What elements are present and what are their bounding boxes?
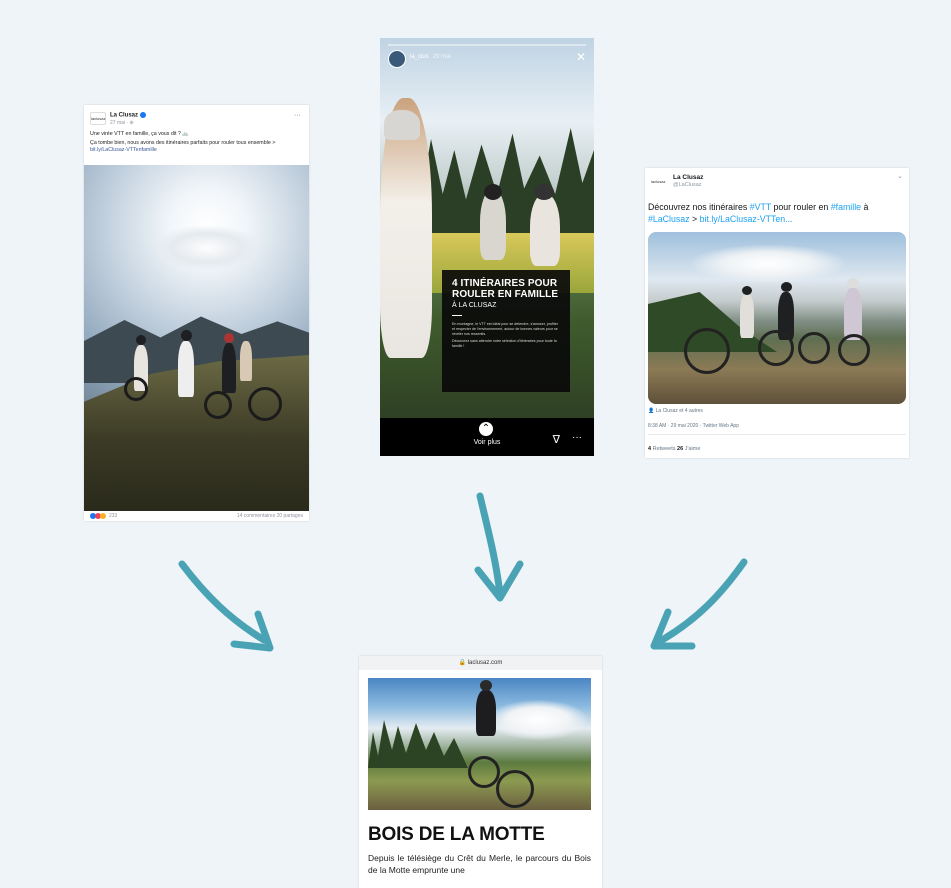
cloud (688, 244, 848, 284)
verified-icon (140, 112, 147, 118)
rider (240, 341, 252, 381)
facebook-page-name[interactable]: La Clusaz (110, 112, 147, 119)
story-progress-bar (388, 44, 586, 46)
rider-helmet (384, 110, 420, 140)
rider (476, 690, 496, 736)
facebook-post-line1: Une virée VTT en famille, ça vous dit ? … (90, 131, 189, 137)
story-subtitle: À LA CLUSAZ (452, 302, 497, 309)
tweet-photo[interactable] (648, 232, 906, 404)
arrow-down-right-icon (178, 560, 274, 652)
rider-helmet (136, 335, 146, 345)
reactions-count: 233 (109, 513, 118, 520)
bike-wheel (204, 391, 232, 419)
facebook-post-date: 27 mai · ⊕ (110, 120, 134, 126)
laclusaz-logo: laclusaz (90, 112, 106, 125)
arrow-down-icon (474, 492, 524, 602)
tweet-text: Découvrez nos itinéraires #VTT pour roul… (648, 202, 869, 224)
arrow-down-left-icon (650, 558, 748, 650)
forest (368, 720, 468, 768)
cloud (488, 700, 588, 740)
divider (648, 434, 906, 435)
rider-helmet (181, 330, 192, 341)
story-text-box: 4 ITINÉRAIRES POUR ROULER EN FAMILLE À L… (442, 270, 570, 392)
website-page: 🔒 laclusaz.com BOIS DE LA MOTTE Depuis l… (359, 656, 602, 888)
divider (452, 315, 462, 316)
close-icon[interactable]: ✕ (576, 50, 586, 64)
page-title: BOIS DE LA MOTTE (368, 824, 545, 845)
hashtag-link[interactable]: #VTT (750, 202, 771, 212)
rider-helmet (224, 333, 234, 343)
story-body: En montagne, le VTT est idéal pour se dé… (452, 322, 560, 349)
rider-helmet (484, 184, 502, 200)
reactions[interactable]: 233 (90, 513, 117, 519)
bike-wheel (798, 332, 830, 364)
facebook-post-link[interactable]: bit.ly/LaClusaz-VTTenfamille (90, 147, 157, 153)
rider-helmet (847, 278, 859, 288)
tweet-author-handle[interactable]: @LaClusaz (673, 182, 702, 188)
instagram-story: la_clus 29 mai ✕ 4 ITINÉRAIRES POUR ROULE… (380, 38, 594, 456)
story-body-paragraph: En montagne, le VTT est idéal pour se dé… (452, 322, 558, 336)
tweet-timestamp: 8:38 AM · 29 mai 2020 · Twitter Web App (648, 423, 739, 429)
see-more-link[interactable]: Voir plus (380, 439, 594, 446)
facebook-post-line2: Ça tombe bien, nous avons des itinéraire… (90, 140, 276, 153)
bike-wheel (758, 330, 794, 366)
rider-helmet (534, 184, 554, 200)
profile-avatar[interactable] (388, 50, 406, 68)
tweet: laclusaz La Clusaz @LaClusaz ⌄ Découvrez… (645, 168, 909, 458)
tagged-users[interactable]: 👤 La Clusaz et 4 autres (648, 408, 703, 414)
comments-shares[interactable]: 14 commentaires 20 partages (237, 513, 303, 519)
rider-helmet (781, 282, 792, 292)
rider-helmet (742, 286, 752, 295)
send-icon[interactable]: ∇ (553, 433, 560, 446)
laclusaz-logo: laclusaz (651, 179, 666, 184)
facebook-post-footer: 233 14 commentaires 20 partages (84, 511, 309, 521)
story-footer: ⌃ Voir plus ∇ ··· (380, 418, 594, 456)
retweets-label: Retweets (651, 446, 678, 452)
facebook-post-header: laclusaz La Clusaz 27 mai · ⊕ ··· (84, 105, 309, 131)
chevron-down-icon[interactable]: ⌄ (897, 172, 903, 180)
more-options-icon[interactable]: ··· (572, 432, 582, 443)
tweet-author-name[interactable]: La Clusaz (673, 174, 703, 181)
swipe-up-icon[interactable]: ⌃ (479, 422, 493, 436)
rider-helmet (480, 680, 492, 691)
url-bar[interactable]: 🔒 laclusaz.com (359, 656, 602, 670)
rider-child (530, 194, 560, 266)
cloud (152, 225, 262, 271)
bike-wheel (496, 770, 534, 808)
bike-wheel (684, 328, 730, 374)
story-title: 4 ITINÉRAIRES POUR ROULER EN FAMILLE (452, 278, 559, 300)
bike-wheel (468, 756, 500, 788)
more-options-icon[interactable]: ··· (294, 112, 301, 119)
tweet-stats: 4 Retweets 26 J'aime (648, 446, 700, 452)
tweet-url-link[interactable]: bit.ly/LaClusaz-VTTen... (700, 214, 793, 224)
facebook-post-text: Une virée VTT en famille, ça vous dit ? … (84, 131, 309, 165)
bike-wheel (248, 387, 282, 421)
facebook-post-photo[interactable] (84, 165, 309, 511)
hashtag-link[interactable]: #LaClusaz (648, 214, 690, 224)
story-body-paragraph: Découvrez sans attendre notre sélection … (452, 339, 557, 348)
rider (844, 288, 862, 340)
wow-icon (100, 513, 106, 519)
rider (178, 341, 194, 397)
facebook-post: laclusaz La Clusaz 27 mai · ⊕ ··· Une vi… (84, 105, 309, 521)
rider (740, 294, 754, 338)
rider-child (480, 190, 506, 260)
hashtag-link[interactable]: #famille (831, 202, 861, 212)
website-hero-photo (368, 678, 591, 810)
page-body-text: Depuis le télésiège du Crêt du Merle, le… (368, 853, 591, 875)
story-username[interactable]: la_clus 29 mai (410, 54, 451, 60)
likes-label: J'aime (683, 446, 701, 452)
bike-wheel (124, 377, 148, 401)
story-time: 29 mai (432, 54, 451, 60)
rider (222, 343, 236, 393)
bike-wheel (838, 334, 870, 366)
